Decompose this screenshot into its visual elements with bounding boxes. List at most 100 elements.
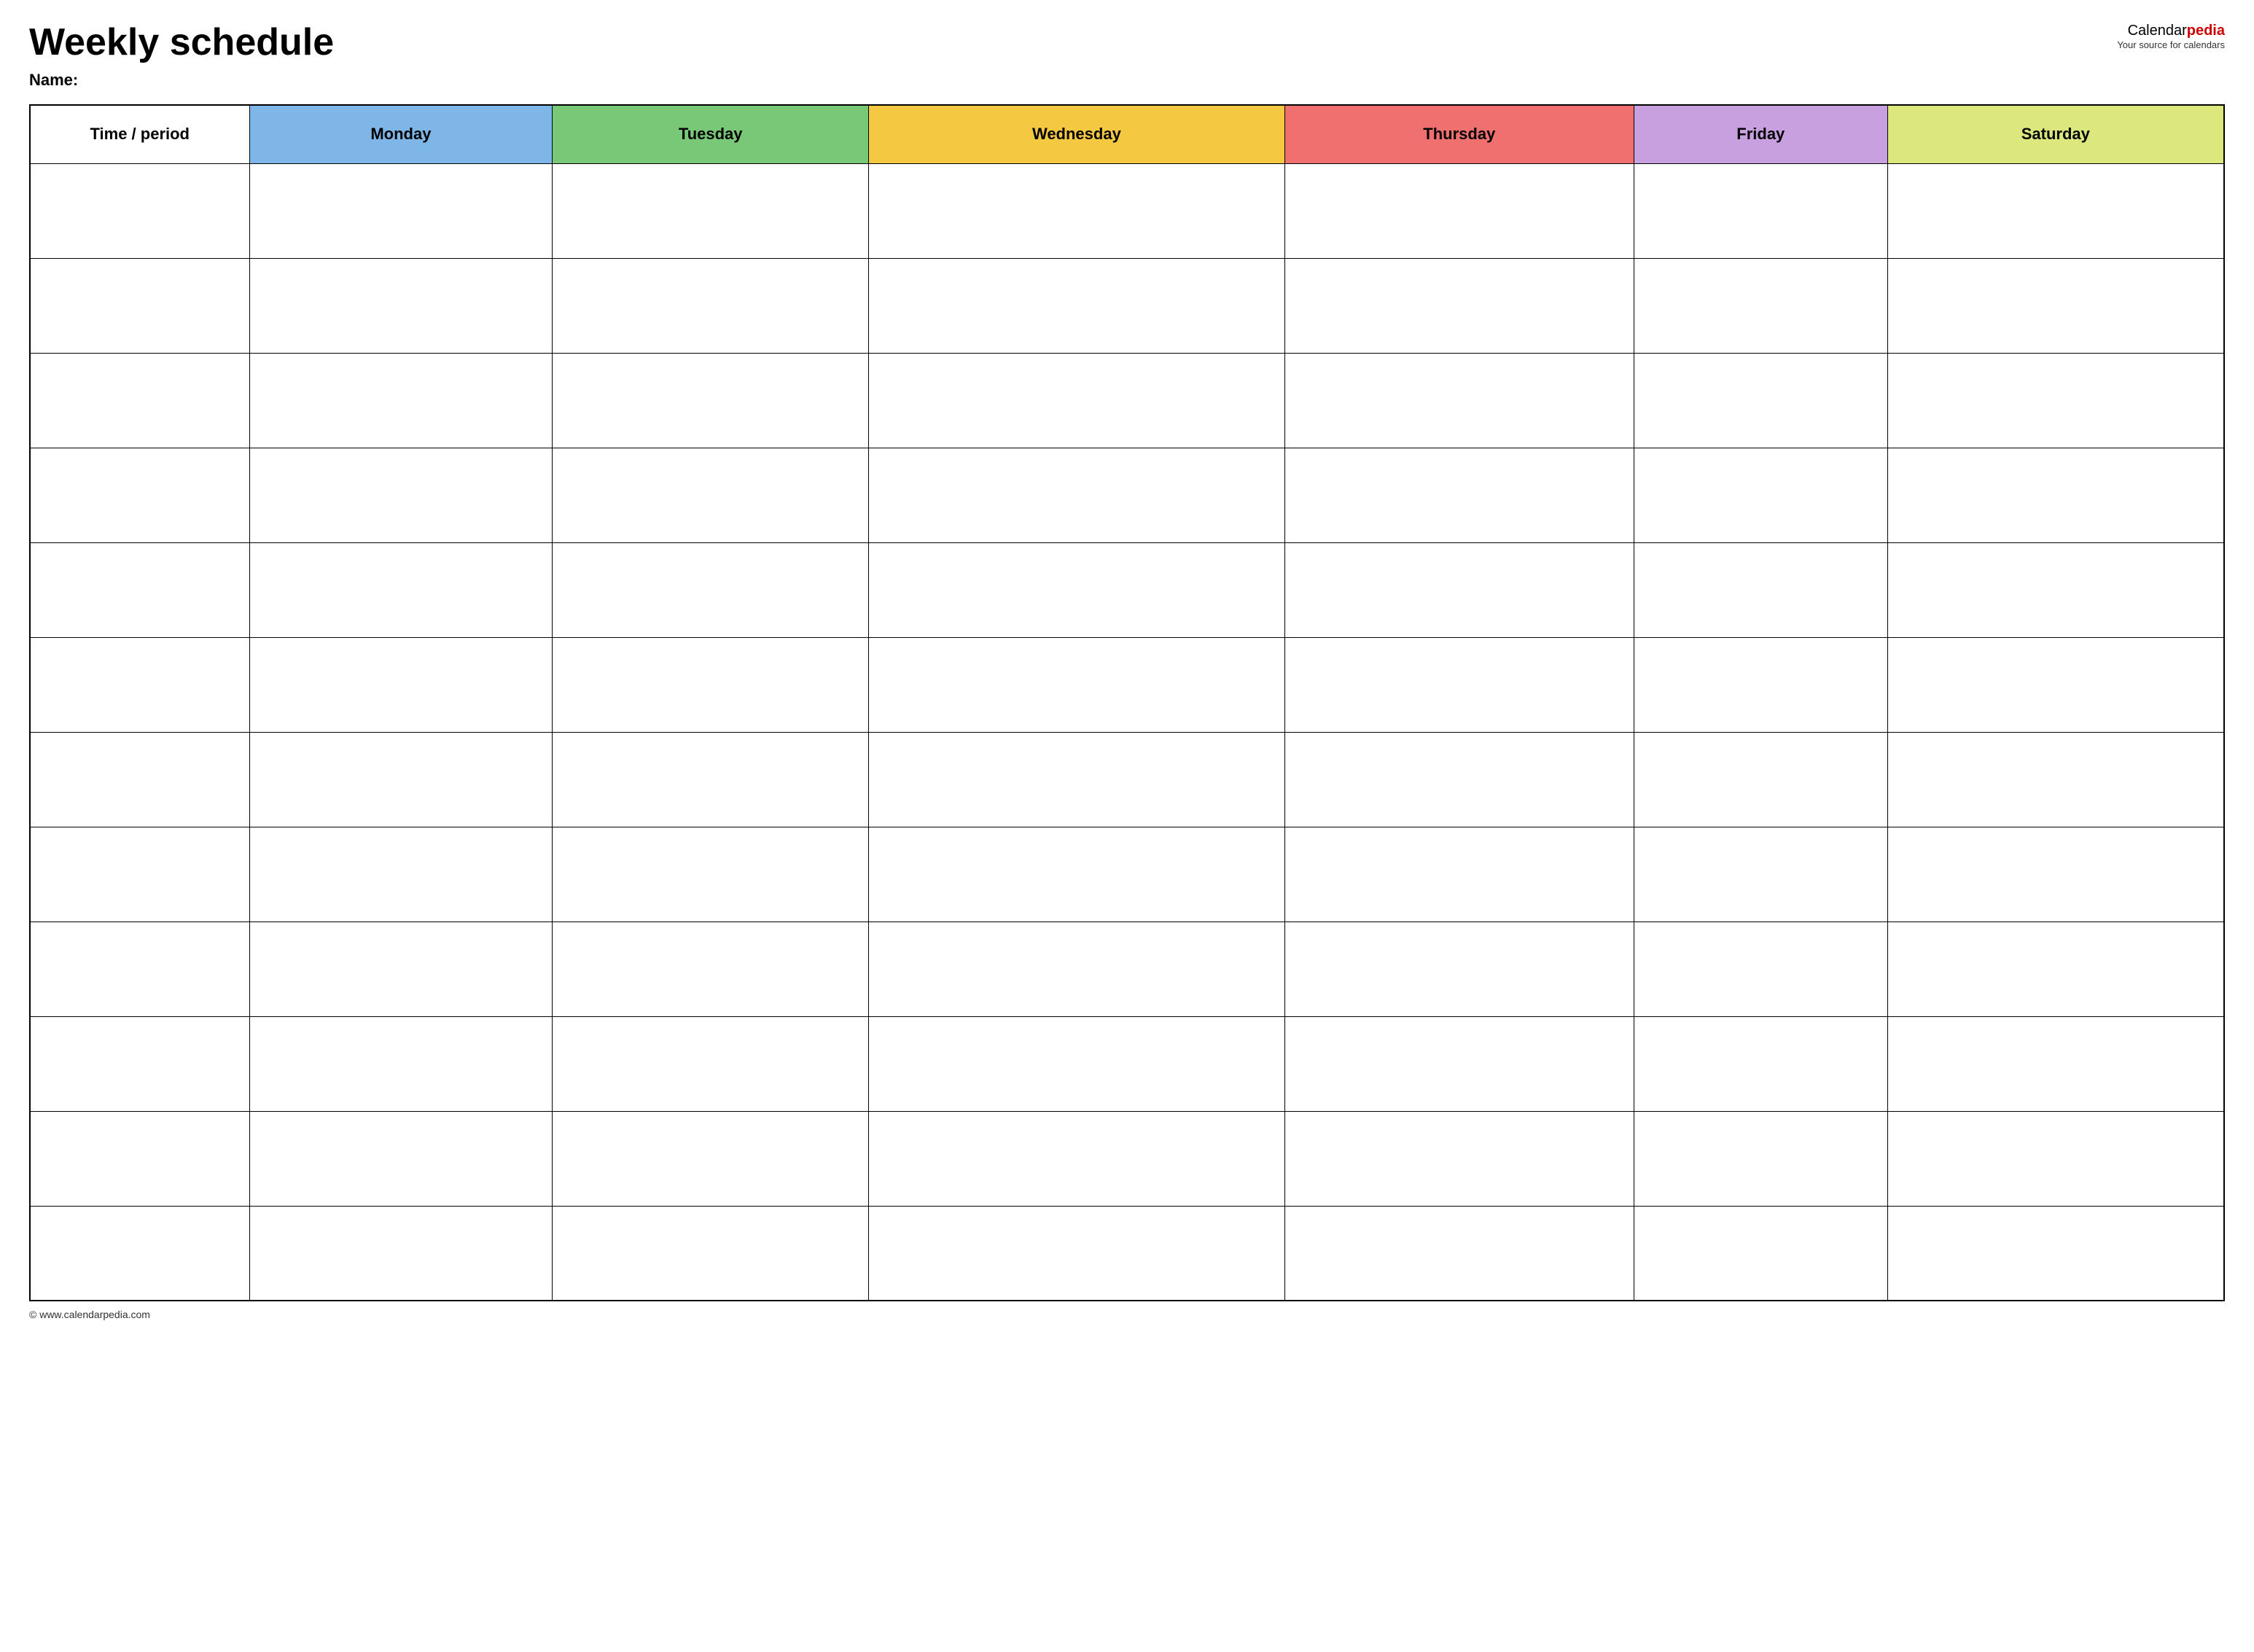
- table-cell[interactable]: [1887, 1016, 2224, 1111]
- table-cell[interactable]: [30, 732, 249, 827]
- table-cell[interactable]: [1284, 1206, 1634, 1301]
- table-cell[interactable]: [553, 827, 869, 922]
- table-cell[interactable]: [1634, 542, 1888, 637]
- table-cell[interactable]: [249, 732, 553, 827]
- table-cell[interactable]: [1284, 1016, 1634, 1111]
- table-cell[interactable]: [553, 163, 869, 258]
- table-cell[interactable]: [249, 542, 553, 637]
- table-cell[interactable]: [1284, 258, 1634, 353]
- table-cell[interactable]: [869, 1016, 1285, 1111]
- table-cell[interactable]: [1887, 732, 2224, 827]
- table-cell[interactable]: [1284, 1111, 1634, 1206]
- col-header-time: Time / period: [30, 105, 249, 163]
- table-cell[interactable]: [1634, 1111, 1888, 1206]
- table-cell[interactable]: [30, 448, 249, 542]
- table-cell[interactable]: [869, 732, 1285, 827]
- table-cell[interactable]: [1634, 448, 1888, 542]
- table-cell[interactable]: [249, 163, 553, 258]
- table-cell[interactable]: [553, 258, 869, 353]
- table-cell[interactable]: [249, 637, 553, 732]
- table-cell[interactable]: [1284, 353, 1634, 448]
- table-cell[interactable]: [30, 258, 249, 353]
- table-cell[interactable]: [869, 353, 1285, 448]
- table-cell[interactable]: [1887, 448, 2224, 542]
- table-cell[interactable]: [1887, 353, 2224, 448]
- table-cell[interactable]: [1634, 732, 1888, 827]
- table-cell[interactable]: [1887, 1206, 2224, 1301]
- table-cell[interactable]: [869, 448, 1285, 542]
- table-cell[interactable]: [1284, 163, 1634, 258]
- schedule-table: Time / period Monday Tuesday Wednesday T…: [29, 104, 2225, 1301]
- table-cell[interactable]: [869, 922, 1285, 1016]
- table-cell[interactable]: [30, 1016, 249, 1111]
- table-cell[interactable]: [249, 258, 553, 353]
- table-cell[interactable]: [1634, 1016, 1888, 1111]
- table-cell[interactable]: [30, 1111, 249, 1206]
- table-cell[interactable]: [249, 1016, 553, 1111]
- table-cell[interactable]: [1887, 637, 2224, 732]
- table-cell[interactable]: [1634, 827, 1888, 922]
- table-cell[interactable]: [1284, 448, 1634, 542]
- table-cell[interactable]: [553, 353, 869, 448]
- table-row: [30, 827, 2224, 922]
- table-cell[interactable]: [1887, 1111, 2224, 1206]
- table-cell[interactable]: [553, 1016, 869, 1111]
- table-cell[interactable]: [553, 732, 869, 827]
- table-cell[interactable]: [249, 1111, 553, 1206]
- table-cell[interactable]: [553, 1206, 869, 1301]
- table-cell[interactable]: [869, 1206, 1285, 1301]
- table-cell[interactable]: [869, 258, 1285, 353]
- footer-url: © www.calendarpedia.com: [29, 1309, 150, 1320]
- table-cell[interactable]: [1887, 258, 2224, 353]
- table-cell[interactable]: [30, 163, 249, 258]
- col-header-saturday: Saturday: [1887, 105, 2224, 163]
- table-cell[interactable]: [869, 637, 1285, 732]
- table-cell[interactable]: [30, 542, 249, 637]
- table-row: [30, 353, 2224, 448]
- table-cell[interactable]: [553, 637, 869, 732]
- table-cell[interactable]: [869, 827, 1285, 922]
- table-cell[interactable]: [249, 353, 553, 448]
- table-row: [30, 922, 2224, 1016]
- table-cell[interactable]: [869, 542, 1285, 637]
- table-cell[interactable]: [1887, 542, 2224, 637]
- table-cell[interactable]: [1284, 732, 1634, 827]
- col-header-monday: Monday: [249, 105, 553, 163]
- table-cell[interactable]: [1887, 922, 2224, 1016]
- table-cell[interactable]: [553, 922, 869, 1016]
- table-cell[interactable]: [30, 827, 249, 922]
- table-cell[interactable]: [1634, 163, 1888, 258]
- table-cell[interactable]: [1634, 353, 1888, 448]
- table-row: [30, 1016, 2224, 1111]
- table-cell[interactable]: [1887, 163, 2224, 258]
- table-cell[interactable]: [1284, 637, 1634, 732]
- title-section: Weekly schedule Name:: [29, 22, 334, 90]
- table-cell[interactable]: [249, 448, 553, 542]
- table-cell[interactable]: [1887, 827, 2224, 922]
- table-cell[interactable]: [1634, 922, 1888, 1016]
- table-cell[interactable]: [1634, 637, 1888, 732]
- table-cell[interactable]: [553, 448, 869, 542]
- table-cell[interactable]: [1284, 922, 1634, 1016]
- table-cell[interactable]: [1634, 258, 1888, 353]
- table-cell[interactable]: [553, 542, 869, 637]
- header-area: Weekly schedule Name: Calendarpedia Your…: [29, 22, 2225, 90]
- table-cell[interactable]: [249, 827, 553, 922]
- table-cell[interactable]: [553, 1111, 869, 1206]
- table-cell[interactable]: [869, 1111, 1285, 1206]
- table-cell[interactable]: [30, 1206, 249, 1301]
- table-cell[interactable]: [1634, 1206, 1888, 1301]
- table-cell[interactable]: [249, 1206, 553, 1301]
- table-row: [30, 163, 2224, 258]
- table-cell[interactable]: [30, 922, 249, 1016]
- table-cell[interactable]: [30, 637, 249, 732]
- table-cell[interactable]: [249, 922, 553, 1016]
- header-row: Time / period Monday Tuesday Wednesday T…: [30, 105, 2224, 163]
- table-cell[interactable]: [1284, 827, 1634, 922]
- table-cell[interactable]: [30, 353, 249, 448]
- table-cell[interactable]: [869, 163, 1285, 258]
- col-header-friday: Friday: [1634, 105, 1888, 163]
- col-header-wednesday: Wednesday: [869, 105, 1285, 163]
- col-header-thursday: Thursday: [1284, 105, 1634, 163]
- table-cell[interactable]: [1284, 542, 1634, 637]
